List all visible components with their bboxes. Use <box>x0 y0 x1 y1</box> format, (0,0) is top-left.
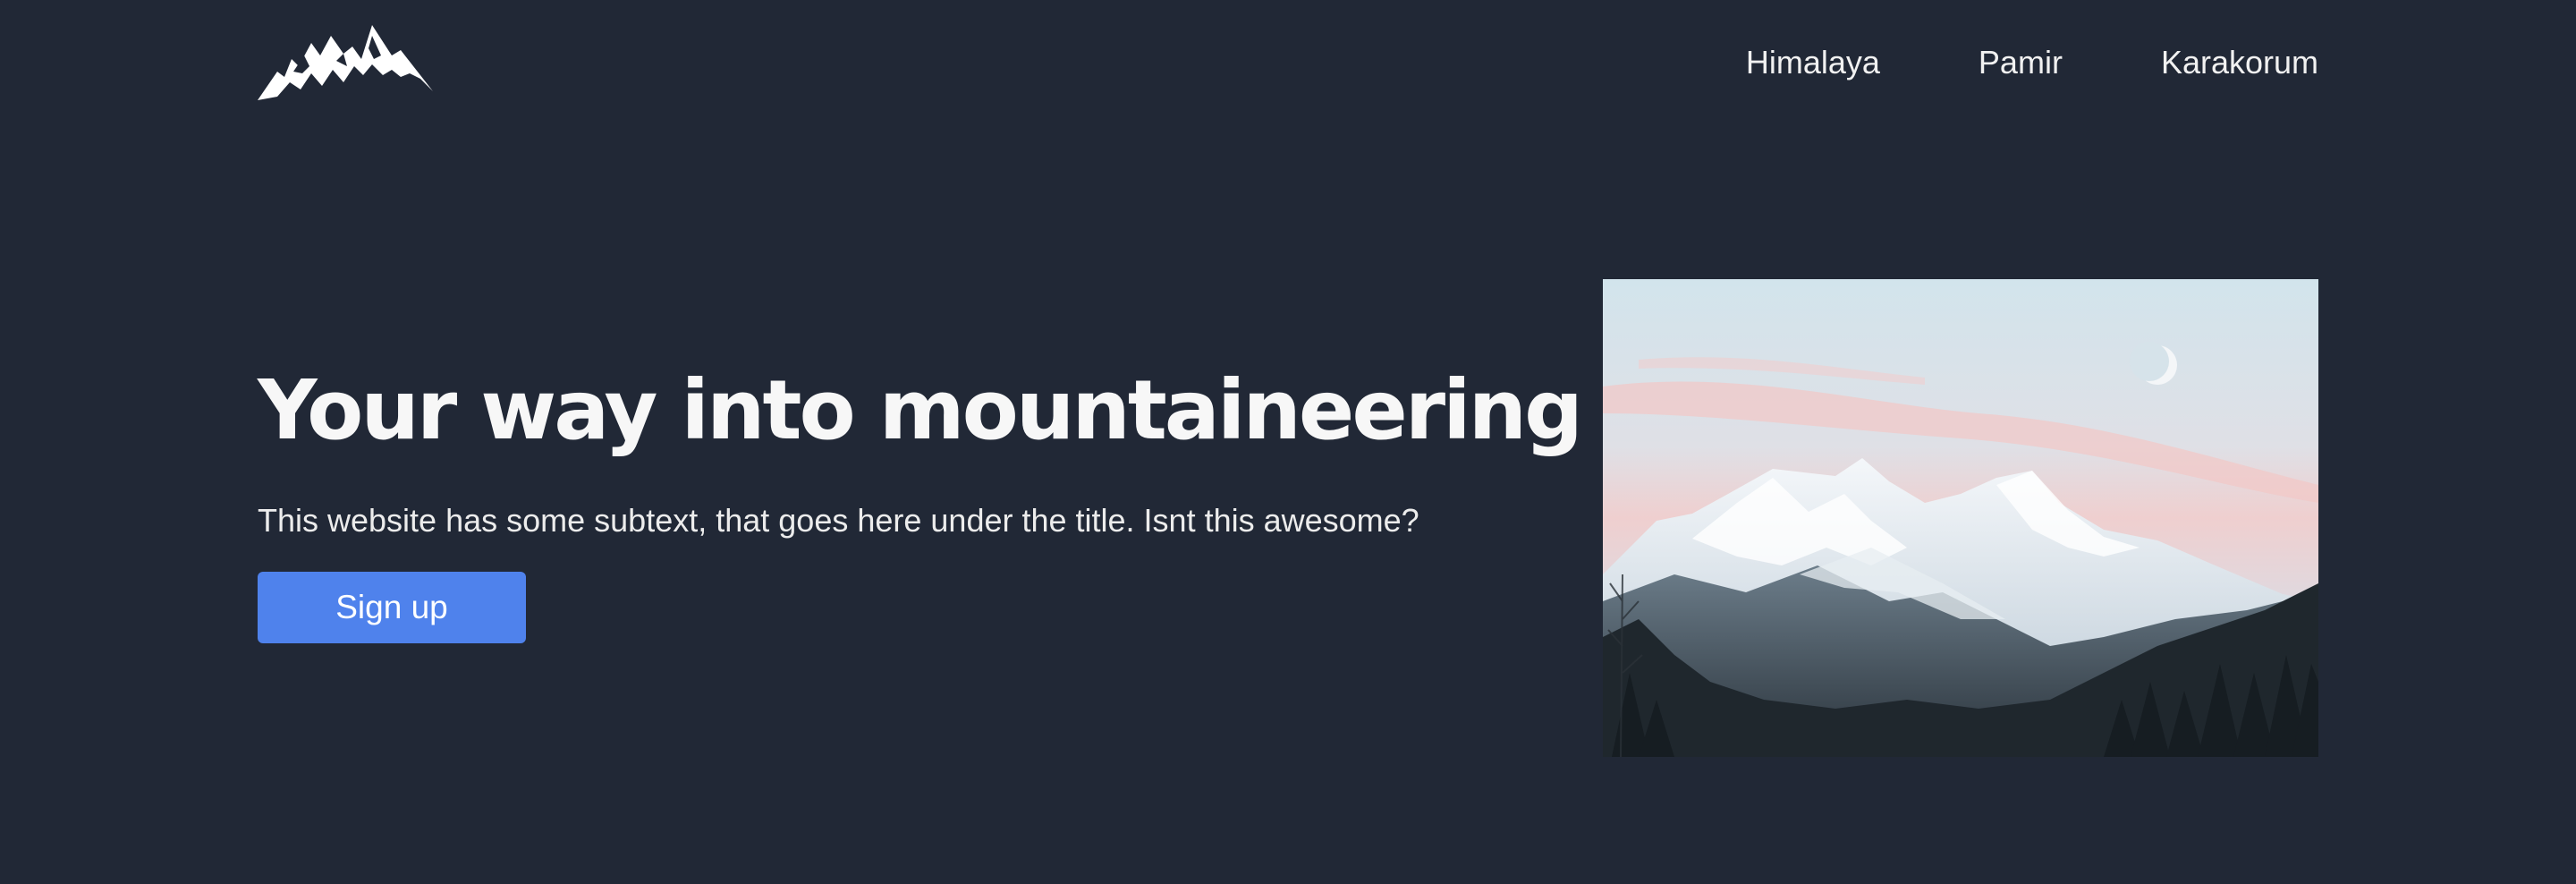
main-nav: Himalaya Pamir Karakorum <box>1648 47 2318 79</box>
hero-section: Your way into mountaineering This websit… <box>258 362 1583 644</box>
nav-link-himalaya[interactable]: Himalaya <box>1746 47 1880 79</box>
nav-link-pamir[interactable]: Pamir <box>1979 47 2063 79</box>
landing-page: Himalaya Pamir Karakorum Your way into m… <box>0 0 2576 884</box>
mountain-logo-icon[interactable] <box>258 20 436 106</box>
site-header: Himalaya Pamir Karakorum <box>258 18 2318 107</box>
hero-title: Your way into mountaineering <box>258 362 1583 458</box>
hero-subtitle: This website has some subtext, that goes… <box>258 502 1419 540</box>
signup-button[interactable]: Sign up <box>258 572 526 644</box>
nav-link-karakorum[interactable]: Karakorum <box>2161 47 2318 79</box>
mountain-photo <box>1603 279 2318 757</box>
